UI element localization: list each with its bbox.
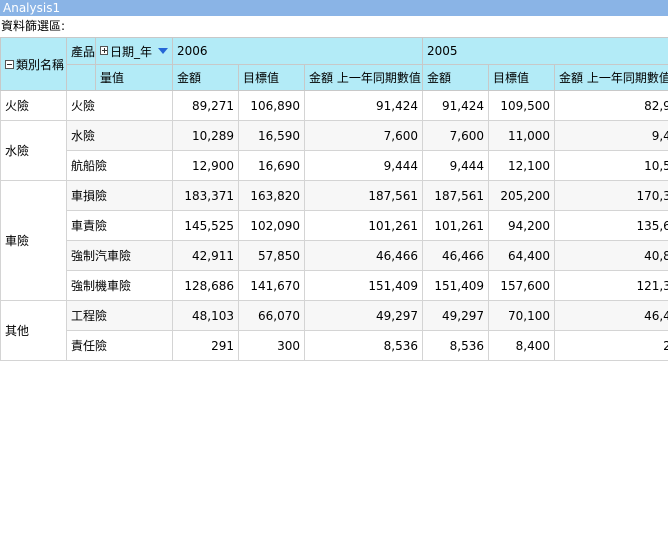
value-cell: 9,467 (554, 120, 668, 151)
value-cell: 151,409 (422, 270, 490, 301)
value-cell: 12,100 (488, 150, 556, 181)
product-header-label: 產品 (71, 44, 96, 59)
table-row: 航船險 12,900 16,690 9,444 9,444 12,100 10,… (1, 150, 668, 181)
value-cell: 7,600 (303, 120, 424, 151)
table-row: 車險 車損險 183,371 163,820 187,561 187,561 2… (0, 180, 668, 301)
category-header[interactable]: 類別名稱 (0, 37, 67, 91)
value-cell: 9,444 (303, 150, 424, 181)
measure-header-prev-year-2005[interactable]: 金額 上一年同期數值 (554, 64, 668, 91)
product-cell[interactable]: 車責險 (66, 210, 173, 241)
measure-header-target-2005[interactable]: 目標值 (488, 64, 556, 91)
value-cell: 49,297 (303, 300, 424, 331)
table-row: 強制汽車險 42,911 57,850 46,466 46,466 64,400… (1, 240, 668, 271)
value-cell: 128,686 (172, 270, 239, 301)
pivot-grid: 類別名稱 產品 日期_年 2006 2005 量值 金額 目標值 金額 上一年同… (0, 37, 668, 361)
value-cell: 70,100 (488, 300, 556, 331)
pivot-table: 類別名稱 產品 日期_年 2006 2005 量值 金額 目標值 金額 上一年同… (0, 37, 668, 361)
value-cell: 8,400 (488, 330, 556, 361)
value-cell: 101,261 (422, 210, 490, 241)
value-cell: 10,536 (554, 150, 668, 181)
value-cell: 8,536 (422, 330, 490, 361)
value-cell: 91,424 (422, 90, 490, 121)
value-cell: 11,000 (488, 120, 556, 151)
value-cell: 141,670 (238, 270, 305, 301)
value-cell: 106,890 (238, 90, 305, 121)
value-cell: 187,561 (422, 180, 490, 211)
product-cell[interactable]: 工程險 (66, 300, 173, 331)
date-year-field-label: 日期_年 (109, 44, 152, 59)
product-cell[interactable]: 強制機車險 (66, 270, 173, 301)
value-cell: 48,103 (172, 300, 239, 331)
value-cell: 82,915 (554, 90, 668, 121)
product-cell[interactable]: 航船險 (66, 150, 173, 181)
product-header-spacer (66, 64, 96, 91)
dropdown-arrow-icon[interactable] (158, 48, 168, 54)
table-row: 責任險 291 300 8,536 8,536 8,400 232 (1, 330, 668, 361)
value-cell: 94,200 (488, 210, 556, 241)
value-cell: 187,561 (303, 180, 424, 211)
value-cell: 46,466 (422, 240, 490, 271)
value-cell: 109,500 (488, 90, 556, 121)
date-year-field-header[interactable]: 日期_年 (95, 37, 173, 65)
category-header-label: 類別名稱 (16, 57, 65, 72)
value-cell: 12,900 (172, 150, 239, 181)
value-cell: 183,371 (172, 180, 239, 211)
window-title: Analysis1 (0, 0, 668, 16)
category-cell[interactable]: 火險 (0, 90, 67, 121)
table-row: 車責險 145,525 102,090 101,261 101,261 94,2… (1, 210, 668, 241)
value-cell: 170,336 (554, 180, 668, 211)
value-cell: 163,820 (238, 180, 305, 211)
value-cell: 9,444 (422, 150, 490, 181)
measure-header-target-2006[interactable]: 目標值 (238, 64, 305, 91)
table-row: 水險 水險 10,289 16,590 7,600 7,600 11,000 9… (0, 120, 668, 181)
value-cell: 8,536 (303, 330, 424, 361)
measure-header-amount-2005[interactable]: 金額 (422, 64, 490, 91)
value-cell: 64,400 (488, 240, 556, 271)
value-cell: 300 (238, 330, 305, 361)
value-cell: 121,341 (554, 270, 668, 301)
value-cell: 205,200 (488, 180, 556, 211)
product-cell[interactable]: 強制汽車險 (66, 240, 173, 271)
measure-header-prev-year-2006[interactable]: 金額 上一年同期數值 (303, 64, 424, 91)
value-cell: 16,590 (238, 120, 305, 151)
value-cell: 40,893 (554, 240, 668, 271)
product-cell[interactable]: 水險 (66, 120, 173, 151)
value-cell: 151,409 (303, 270, 424, 301)
value-cell: 66,070 (238, 300, 305, 331)
value-cell: 46,466 (303, 240, 424, 271)
value-cell: 10,289 (172, 120, 239, 151)
year-header-2005[interactable]: 2005 (422, 37, 668, 65)
value-cell: 57,850 (238, 240, 305, 271)
table-row: 火險 火險 89,271 106,890 91,424 91,424 109,5… (0, 90, 668, 121)
value-cell: 232 (554, 330, 668, 361)
value-cell: 49,297 (422, 300, 490, 331)
category-cell[interactable]: 其他 (0, 300, 67, 361)
value-cell: 135,640 (554, 210, 668, 241)
value-cell: 42,911 (172, 240, 239, 271)
expand-plus-icon[interactable] (100, 45, 108, 55)
collapse-minus-icon[interactable] (5, 59, 14, 69)
table-row: 其他 工程險 48,103 66,070 49,297 49,297 70,10… (0, 300, 668, 361)
product-cell[interactable]: 車損險 (66, 180, 173, 211)
table-row: 強制機車險 128,686 141,670 151,409 151,409 15… (1, 270, 668, 301)
filter-area-label: 資料篩選區: (1, 19, 66, 33)
value-cell: 91,424 (303, 90, 424, 121)
value-cell: 16,690 (238, 150, 305, 181)
value-cell: 46,475 (554, 300, 668, 331)
value-cell: 7,600 (422, 120, 490, 151)
year-header-2006[interactable]: 2006 (171, 37, 424, 65)
value-cell: 291 (172, 330, 239, 361)
product-cell[interactable]: 火險 (66, 90, 173, 121)
category-cell[interactable]: 水險 (0, 120, 67, 181)
value-cell: 101,261 (303, 210, 424, 241)
value-cell: 102,090 (238, 210, 305, 241)
measure-header[interactable]: 量值 (95, 64, 173, 91)
measure-header-amount-2006[interactable]: 金額 (172, 64, 239, 91)
value-cell: 145,525 (172, 210, 239, 241)
product-cell[interactable]: 責任險 (66, 330, 173, 361)
category-cell[interactable]: 車險 (0, 180, 67, 301)
product-header[interactable]: 產品 (66, 37, 96, 65)
value-cell: 89,271 (172, 90, 239, 121)
value-cell: 157,600 (488, 270, 556, 301)
